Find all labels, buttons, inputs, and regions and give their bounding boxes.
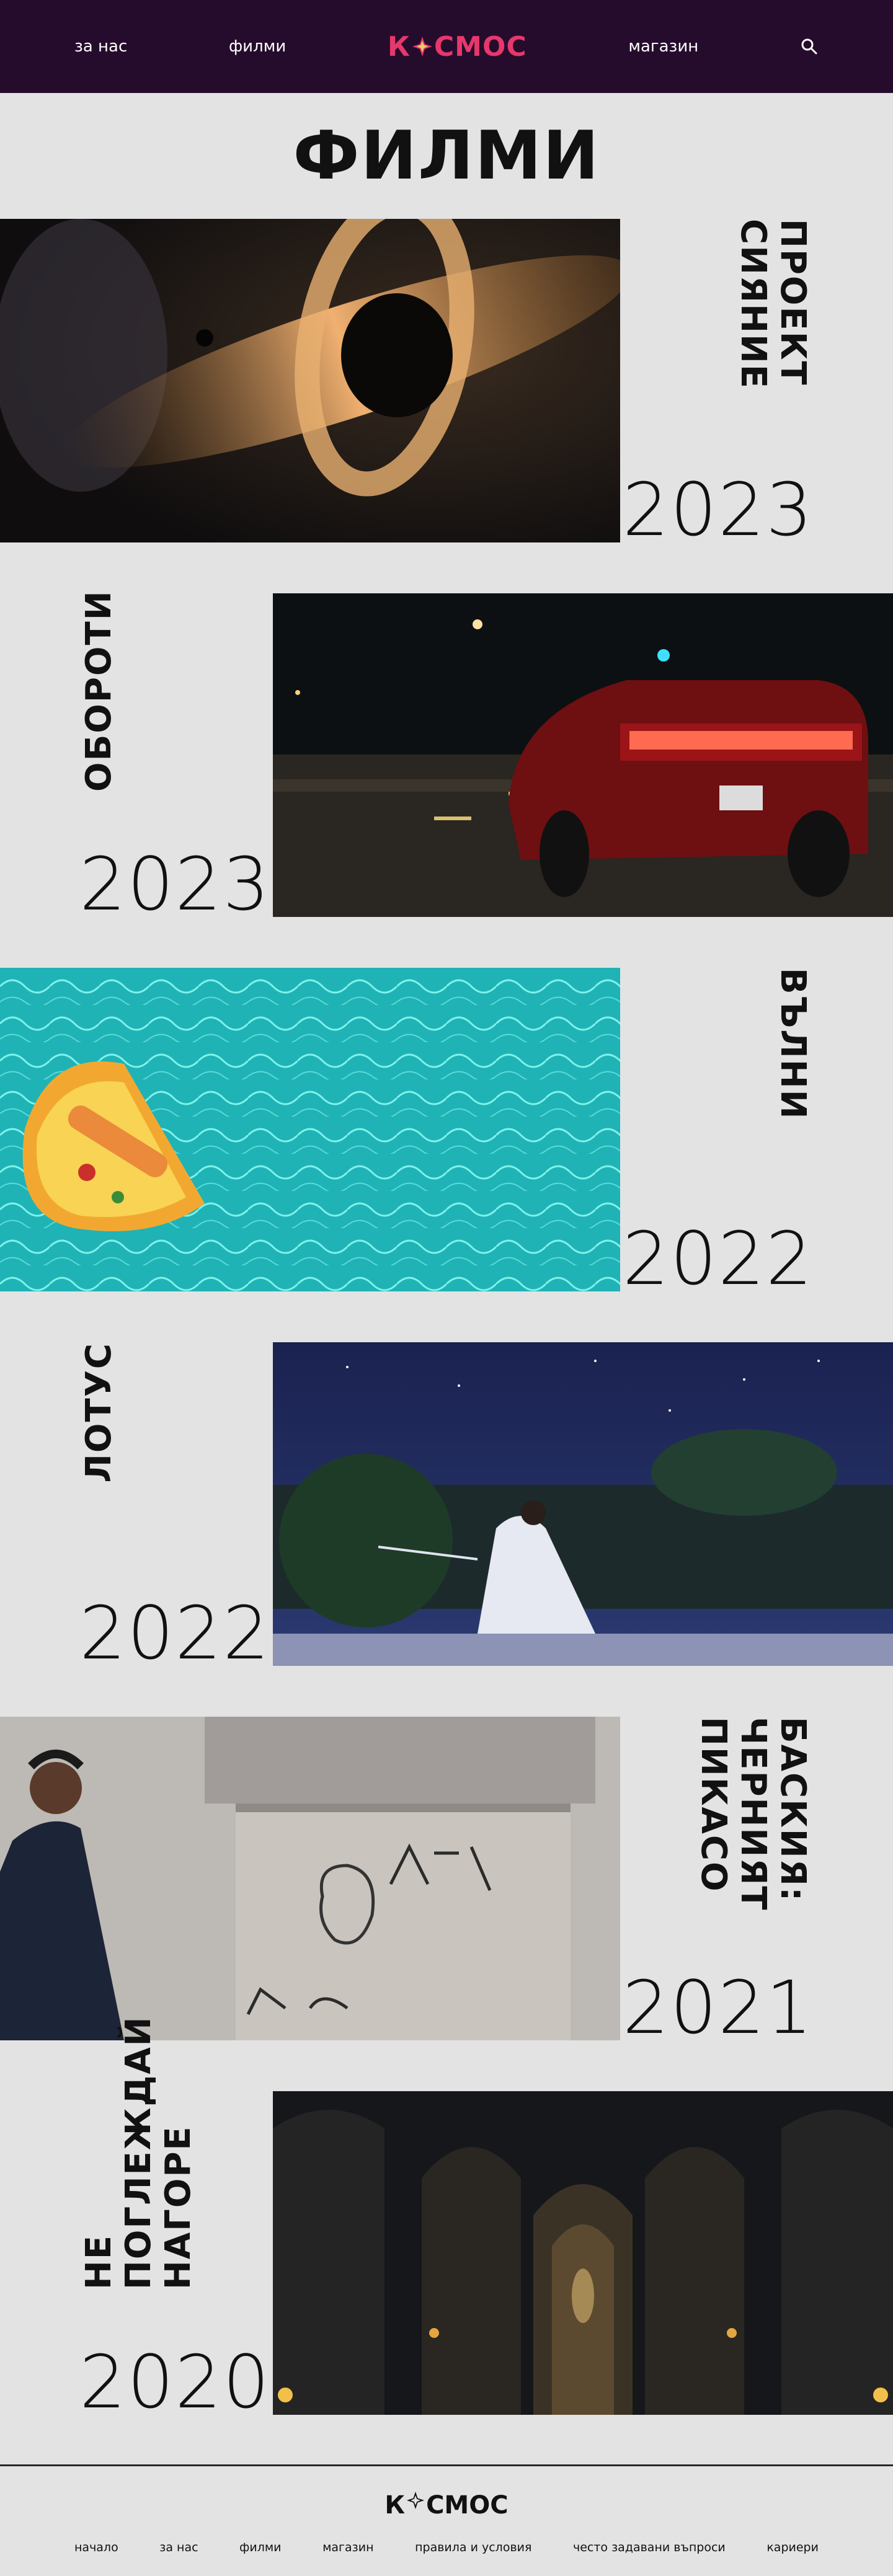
site-header: за нас филми К СМОС магазин	[0, 0, 893, 93]
film-title-4[interactable]: ЛОТУС	[79, 1342, 119, 1483]
film-poster-2[interactable]	[273, 593, 893, 917]
footer-link-about[interactable]: за нас	[159, 2541, 198, 2554]
footer-link-shop[interactable]: магазин	[322, 2541, 373, 2554]
nav-link-films[interactable]: филми	[229, 37, 286, 56]
film-title-1[interactable]: ПРОЕКТ СИЯНИЕ	[733, 219, 813, 417]
footer-link-films[interactable]: филми	[239, 2541, 281, 2554]
film-year-3: 2022	[622, 1216, 814, 1301]
film-title-5[interactable]: БАСКИЯ: ЧЕРНИЯТ ПИКАСО	[693, 1717, 813, 1915]
footer-link-careers[interactable]: кариери	[766, 2541, 819, 2554]
footer-logo-text-left: К	[384, 2491, 406, 2520]
film-poster-5[interactable]	[0, 1717, 620, 2040]
film-card-6[interactable]: НЕ ПОГЛЕЖДАЙ НАГОРЕ 2020	[0, 2016, 893, 2425]
star-icon	[412, 37, 432, 56]
film-card-1[interactable]: ПРОЕКТ СИЯНИЕ 2023	[0, 219, 893, 552]
film-year-4: 2022	[79, 1590, 271, 1676]
footer-logo[interactable]: К СМОС	[0, 2491, 893, 2520]
logo-text-right: СМОС	[433, 30, 527, 63]
footer-link-terms[interactable]: правила и условия	[415, 2541, 531, 2554]
film-title-3[interactable]: ВЪЛНИ	[773, 968, 813, 1120]
film-poster-1[interactable]	[0, 219, 620, 542]
film-title-6[interactable]: НЕ ПОГЛЕЖДАЙ НАГОРЕ	[79, 2016, 198, 2290]
nav-link-shop[interactable]: магазин	[628, 37, 698, 56]
film-card-3[interactable]: ВЪЛНИ 2022	[0, 968, 893, 1301]
film-poster-6[interactable]	[273, 2091, 893, 2415]
page-title: ФИЛМИ	[293, 117, 600, 195]
film-title-2[interactable]: ОБОРОТИ	[79, 590, 119, 792]
film-card-2[interactable]: ОБОРОТИ 2023	[0, 590, 893, 927]
film-card-5[interactable]: БАСКИЯ: ЧЕРНИЯТ ПИКАСО 2021	[0, 1717, 893, 2050]
film-year-6: 2020	[79, 2339, 271, 2425]
film-card-4[interactable]: ЛОТУС 2022	[0, 1342, 893, 1676]
footer-nav: начало за нас филми магазин правила и ус…	[0, 2541, 893, 2554]
footer-link-home[interactable]: начало	[74, 2541, 118, 2554]
site-footer: К СМОС начало за нас филми магазин прави…	[0, 2464, 893, 2576]
star-icon	[406, 2491, 425, 2510]
film-year-2: 2023	[79, 841, 271, 927]
film-year-1: 2023	[622, 467, 814, 552]
footer-link-faq[interactable]: често задавани въпроси	[573, 2541, 726, 2554]
site-logo[interactable]: К СМОС	[388, 31, 527, 63]
film-poster-3[interactable]	[0, 968, 620, 1291]
footer-logo-text-right: СМОС	[426, 2491, 509, 2520]
nav-link-about[interactable]: за нас	[74, 37, 127, 56]
film-poster-4[interactable]	[273, 1342, 893, 1666]
film-year-5: 2021	[622, 1965, 814, 2050]
logo-text-left: К	[387, 30, 411, 63]
search-icon[interactable]	[800, 37, 819, 56]
